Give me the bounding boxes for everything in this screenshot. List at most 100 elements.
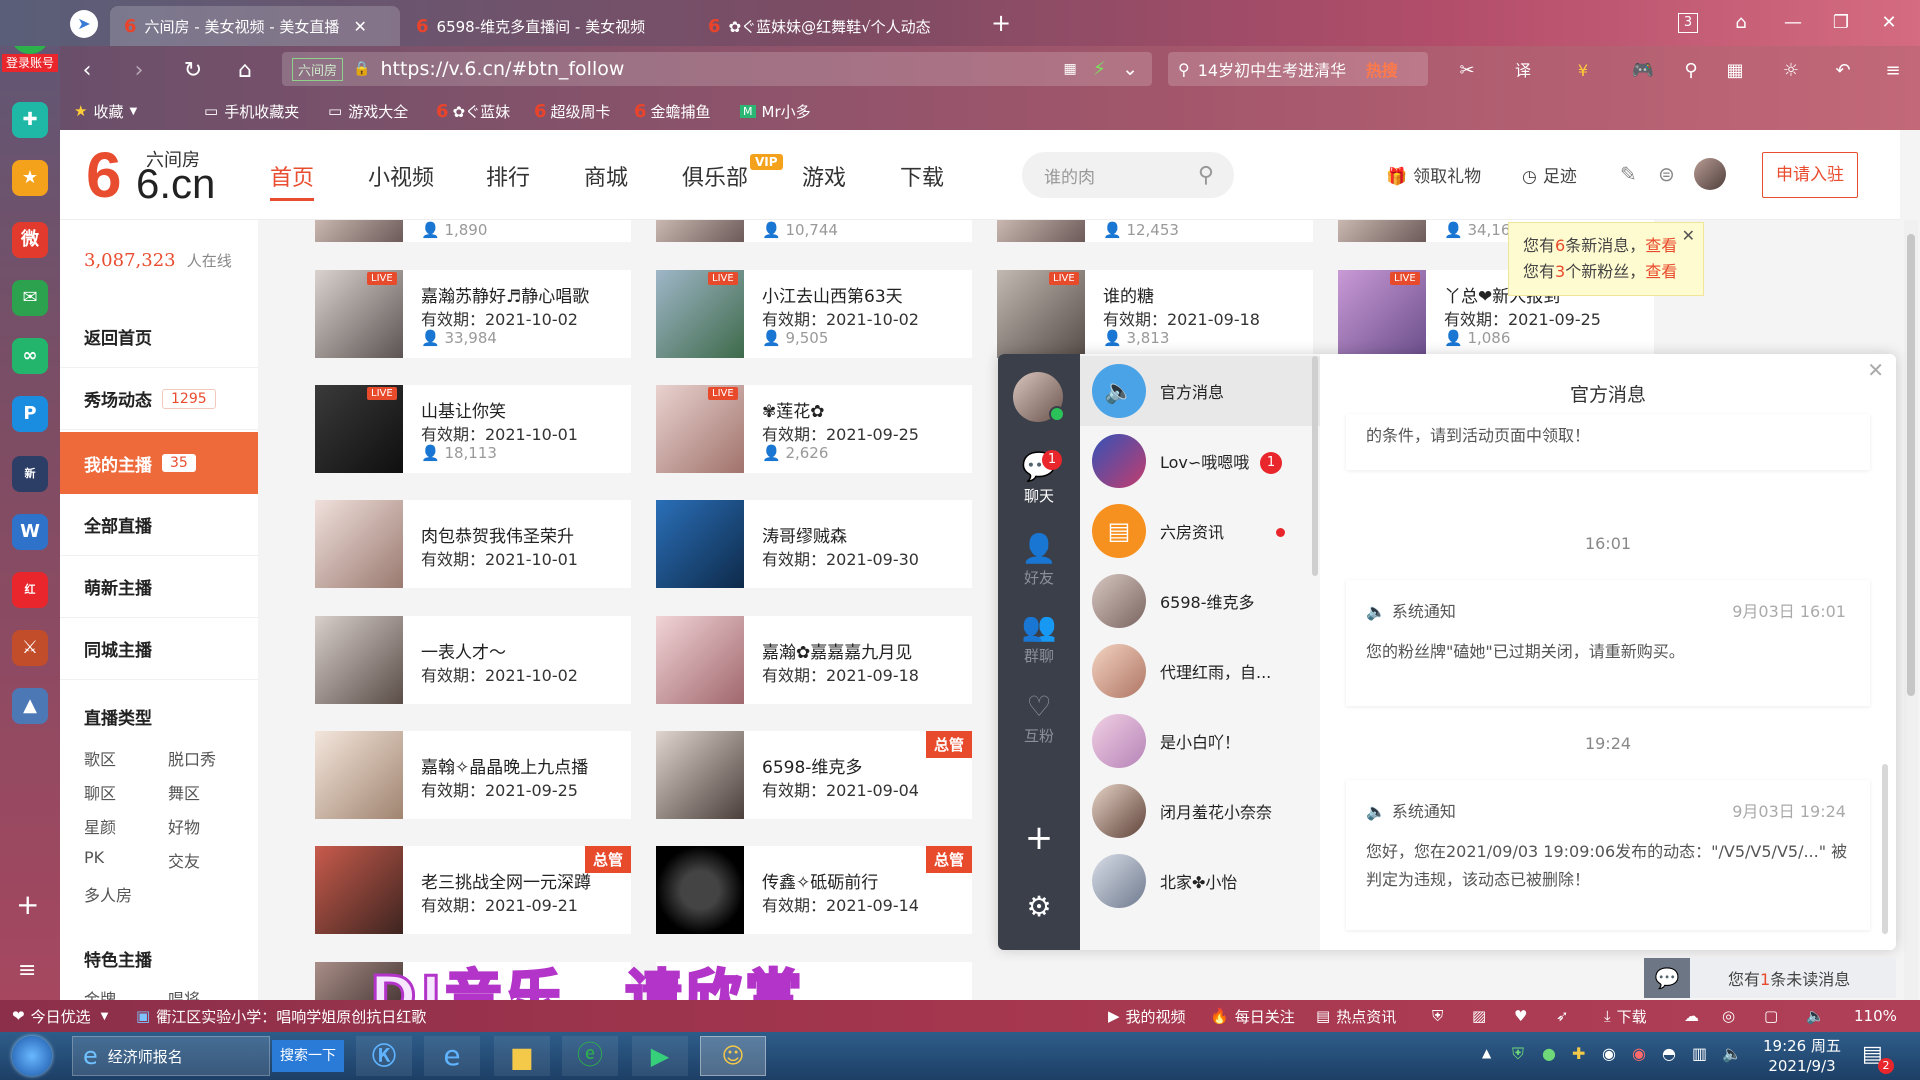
site-search-input[interactable]: 谁的肉 ⚲ [1022, 152, 1234, 198]
anchor-card[interactable]: LIVE ✾莲花✿ 有效期：2021-09-25 👤 2,626 [656, 385, 972, 473]
window-icon[interactable]: ▢ [1764, 1000, 1778, 1032]
chat-item-official[interactable]: 🔈 官方消息 [1080, 356, 1320, 426]
user-avatar[interactable] [1694, 158, 1726, 190]
bookmark-games[interactable]: ▭ 游戏大全 [328, 92, 408, 130]
sidebar-item-all-live[interactable]: 全部直播 [60, 494, 258, 556]
tab-count-badge[interactable]: 3 [1678, 13, 1698, 33]
anchor-card[interactable]: LIVE 山基让你笑 有效期：2021-10-01 👤 18,113 [315, 385, 631, 473]
home-icon[interactable]: ⌂ [230, 56, 260, 86]
tray-app1-icon[interactable]: ◉ [1602, 1044, 1616, 1063]
scrollbar-thumb[interactable] [1907, 234, 1915, 696]
tray-app2-icon[interactable]: ◉ [1632, 1044, 1646, 1063]
undo-icon[interactable]: ↶ [1828, 56, 1858, 86]
ie-taskbar-icon[interactable]: e [424, 1036, 480, 1076]
translate-icon[interactable]: 译 [1508, 56, 1538, 86]
rocket-icon[interactable]: ➶ [1556, 1000, 1569, 1032]
landscape-game-icon[interactable]: ▲ [12, 688, 48, 724]
weibo-icon[interactable]: 微 [12, 222, 48, 258]
cloud-icon[interactable]: ☁ [1684, 1000, 1699, 1032]
folder-icon[interactable]: ▆ [494, 1036, 550, 1076]
mail-icon[interactable]: ✉ [12, 280, 48, 316]
tray-qq-icon[interactable]: ◓ [1662, 1044, 1676, 1063]
star-icon[interactable]: ★ [12, 160, 48, 196]
compass-icon[interactable]: ➤ [70, 10, 98, 38]
new-tab-button[interactable]: + [988, 10, 1014, 36]
chat-item[interactable]: Lov∽哦嗯哦 1 [1080, 426, 1320, 496]
sidebar-item-my-anchors[interactable]: 我的主播 35 [60, 432, 258, 494]
task-exam[interactable]: e 经济师报名 [72, 1036, 270, 1076]
login-label[interactable]: 登录账号 [2, 54, 58, 72]
chat-item[interactable]: 是小白吖！ [1080, 706, 1320, 776]
game-icon[interactable]: ⚔ [12, 630, 48, 666]
money-icon[interactable]: ¥ [1568, 56, 1598, 86]
p-app-icon[interactable]: P [12, 396, 48, 432]
chat-item[interactable]: 北家✤小怡 [1080, 846, 1320, 916]
hot-news[interactable]: ▤ 热点资讯 [1316, 1000, 1396, 1032]
image-icon[interactable]: ▨ [1472, 1000, 1486, 1032]
sidebar-item-home[interactable]: 返回首页 [60, 306, 258, 368]
today-picks[interactable]: ❤ 今日优选 ▼ [12, 1000, 108, 1032]
anchor-card[interactable]: 嘉瀚✿嘉嘉嘉九月见 有效期：2021-09-18 [656, 616, 972, 704]
type-talk-show[interactable]: 脱口秀 [168, 746, 216, 770]
type-chat[interactable]: 聊区 [84, 780, 116, 804]
bookmark-favorites[interactable]: ★ 收藏 ▼ [74, 92, 137, 130]
anchor-card[interactable]: 总管 传鑫✧砥砺前行 有效期：2021-09-14 [656, 846, 972, 934]
heart-rate-icon[interactable]: ♥ [1514, 1000, 1527, 1032]
anchor-card[interactable]: 一表人才～ 有效期：2021-10-02 [315, 616, 631, 704]
red-app-icon[interactable]: 红 [12, 572, 48, 608]
volume-icon[interactable]: 🔈 [1806, 1000, 1825, 1032]
grid-icon[interactable]: ▦ [1720, 56, 1750, 86]
chat-item[interactable]: 闭月羞花小奈奈 [1080, 776, 1320, 846]
close-window-icon[interactable]: ✕ [1876, 10, 1902, 36]
player-icon[interactable]: ▶ [632, 1036, 688, 1076]
anchor-card[interactable]: 肉包恭贺我伟圣荣升 有效期：2021-10-01 [315, 500, 631, 588]
nav-groups[interactable]: 👥 群聊 [998, 610, 1080, 666]
nav-mutual[interactable]: ♡ 互粉 [998, 690, 1080, 746]
nav-shop[interactable]: 商城 [584, 160, 628, 192]
back-icon[interactable]: ‹ [72, 56, 102, 86]
lightning-icon[interactable]: ⚡ [1093, 58, 1106, 80]
edit-icon[interactable]: ✎ [1620, 162, 1637, 186]
tab-1[interactable]: 6 六间房 - 美女视频 - 美女直播 ✕ [110, 6, 400, 46]
bookmark-fishing[interactable]: 6 金蟾捕鱼 [634, 92, 711, 130]
circle-link-icon[interactable]: ∞ [12, 338, 48, 374]
tab-3[interactable]: 6 ✿ぐ蓝妹妹@红舞鞋√个人动态 [694, 6, 984, 46]
tray-network-icon[interactable]: ▥ [1692, 1044, 1707, 1063]
gift-button[interactable]: 🎁 领取礼物 [1386, 162, 1481, 187]
footprint-button[interactable]: ◷ 足迹 [1522, 162, 1577, 187]
avatar-app-icon[interactable]: ☺ [700, 1036, 766, 1076]
windows-start-icon[interactable] [12, 1036, 52, 1076]
plus-circle-icon[interactable]: ✚ [12, 102, 48, 138]
browser-taskbar-icon[interactable]: ⓔ [562, 1036, 618, 1076]
reload-icon[interactable]: ↻ [178, 56, 208, 86]
more-menu-icon[interactable]: ≡ [1878, 56, 1908, 86]
type-star[interactable]: 星颜 [84, 814, 116, 838]
find-icon[interactable]: ⚲ [1676, 56, 1706, 86]
nav-ranking[interactable]: 排行 [486, 160, 530, 192]
bookmark-mobile[interactable]: ▭ 手机收藏夹 [204, 92, 299, 130]
nav-club[interactable]: 俱乐部 [682, 160, 748, 192]
anchor-card[interactable]: LIVE 小江去山西第63天 有效期：2021-10-02 👤 9,505 [656, 270, 972, 358]
shield-icon[interactable]: ⛨ [1432, 1000, 1443, 1032]
zoom-level[interactable]: 110% [1854, 1000, 1897, 1032]
add-button[interactable]: + [998, 818, 1080, 858]
gamepad-icon[interactable]: 🎮 [1628, 56, 1658, 86]
nav-short-video[interactable]: 小视频 [368, 160, 434, 192]
anchor-card-partial[interactable]: 👤 12,453 [997, 220, 1313, 242]
browser-search-text[interactable]: 14岁初中生考进清华 [1198, 57, 1358, 81]
apply-button[interactable]: 申请入驻 [1762, 152, 1858, 198]
page-scrollbar[interactable] [1904, 220, 1918, 1000]
add-icon[interactable]: + [16, 888, 39, 921]
news-icon[interactable]: 新 [12, 456, 48, 492]
chevron-down-icon[interactable]: ⌄ [1122, 58, 1138, 80]
close-icon[interactable]: ✕ [353, 17, 366, 36]
browser-icon[interactable]: ◎ [1722, 1000, 1735, 1032]
anchor-card[interactable]: 总管 6598-维克多 有效期：2021-09-04 [656, 731, 972, 819]
tray-up-icon[interactable]: ▲ [1482, 1046, 1491, 1060]
menu-icon[interactable]: ≡ [18, 958, 36, 983]
feature-gold[interactable]: 金牌 [84, 986, 116, 1000]
type-friend[interactable]: 交友 [168, 848, 200, 872]
close-icon[interactable]: ✕ [1867, 358, 1884, 382]
chat-item[interactable]: 6598-维克多 [1080, 566, 1320, 636]
daily-focus[interactable]: 🔥 每日关注 [1210, 1000, 1295, 1032]
